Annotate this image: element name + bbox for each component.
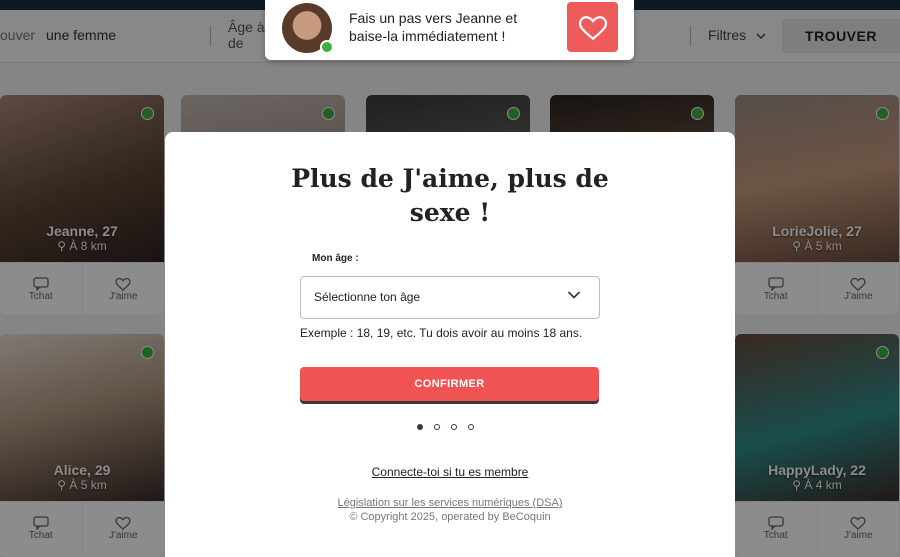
step-indicator (417, 424, 474, 430)
step-dot (468, 424, 474, 430)
login-link[interactable]: Connecte-toi si tu es membre (165, 465, 735, 479)
heart-icon (578, 15, 607, 40)
step-dot (417, 424, 423, 430)
notification-toast[interactable]: Fais un pas vers Jeanne et baise-la immé… (265, 0, 634, 60)
age-label: Mon âge : (312, 253, 359, 264)
online-indicator (320, 40, 334, 54)
legal-link[interactable]: Législation sur les services numériques … (165, 497, 735, 509)
modal-title: Plus de J'aime, plus de sexe ! (291, 164, 609, 227)
like-button[interactable] (567, 2, 618, 52)
confirm-button[interactable]: CONFIRMER (300, 367, 599, 401)
notification-text: Fais un pas vers Jeanne et baise-la immé… (349, 10, 518, 44)
age-select[interactable]: Sélectionne ton âge (300, 276, 600, 319)
age-select-value: Sélectionne ton âge (314, 290, 421, 304)
age-modal: Plus de J'aime, plus de sexe ! Mon âge :… (165, 132, 735, 557)
chevron-down-icon (567, 291, 581, 299)
step-dot (434, 424, 440, 430)
step-dot (451, 424, 457, 430)
copyright-text: © Copyright 2025, operated by BeCoquin (349, 511, 551, 523)
age-hint: Exemple : 18, 19, etc. Tu dois avoir au … (300, 326, 583, 340)
